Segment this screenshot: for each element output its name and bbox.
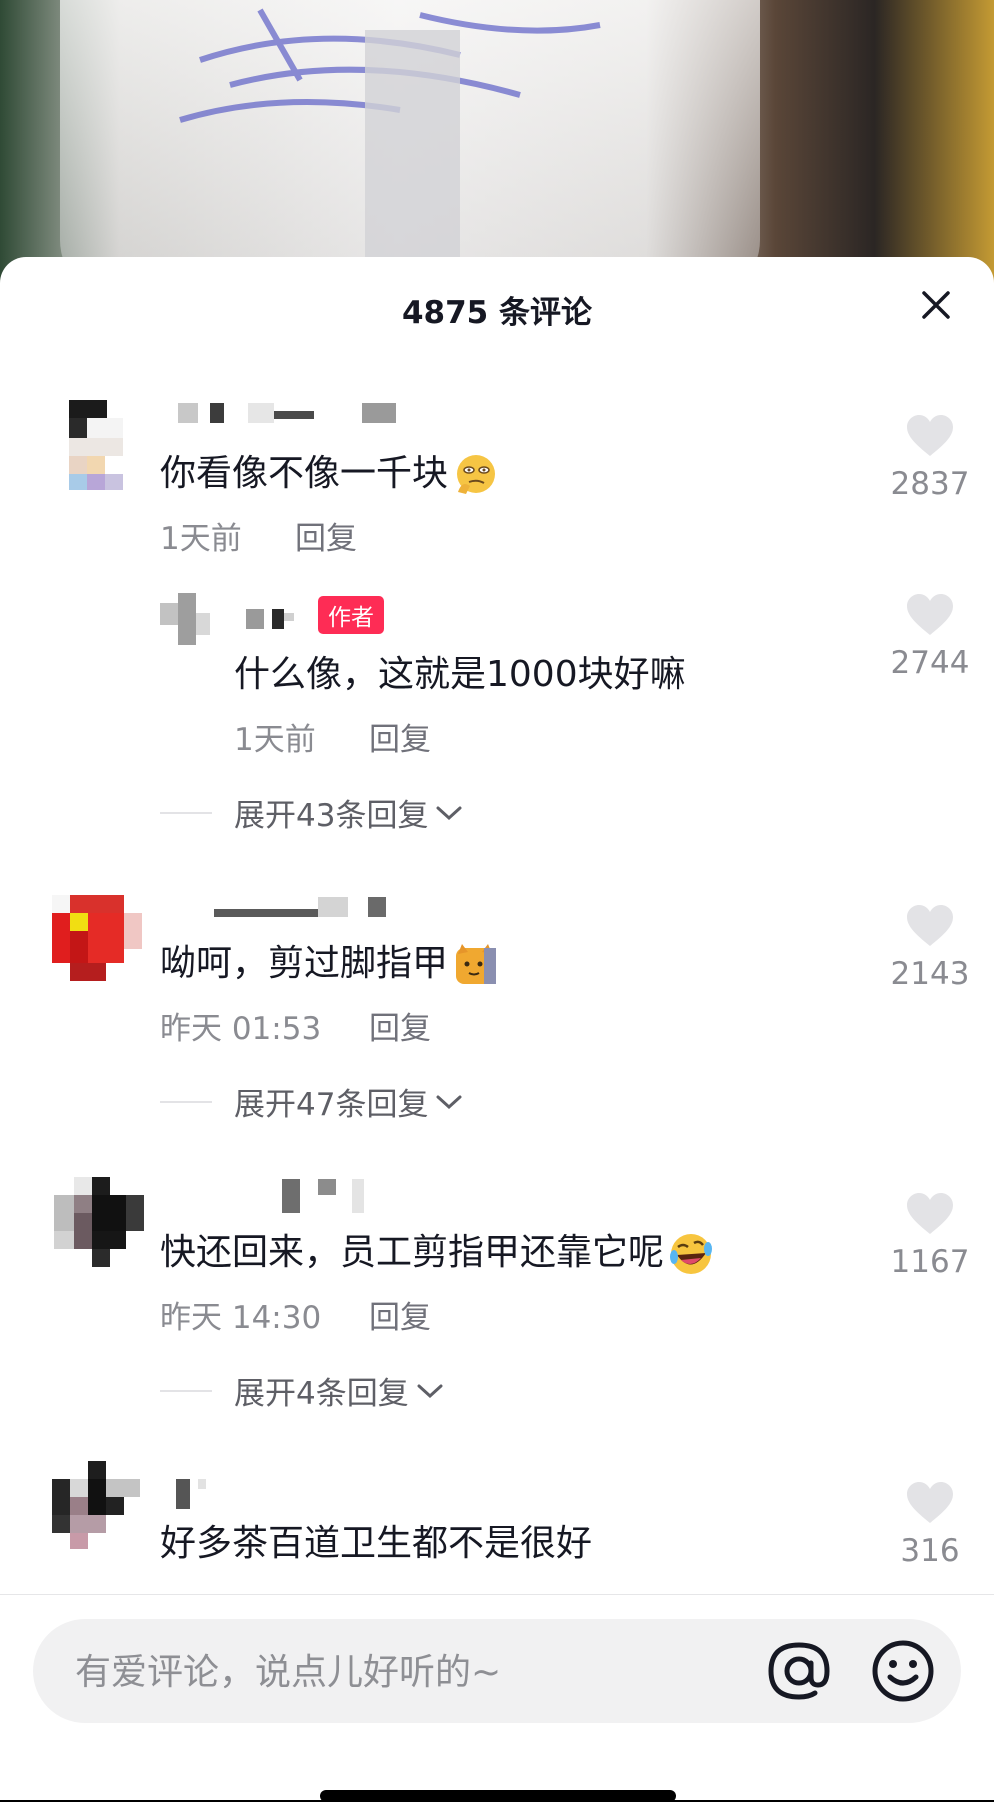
reply-time: 1天前 [234,722,316,758]
cat-face-emoji [456,944,497,984]
reply-text: 什么像，这就是1000块好嘛 [234,654,686,695]
username-blurred[interactable] [214,897,394,923]
comment-time: 昨天 14:30 [160,1300,322,1336]
like-button[interactable]: 2837 [885,414,975,502]
video-background [0,0,994,290]
comment-input-bar[interactable] [33,1619,961,1725]
avatar[interactable] [52,895,142,981]
like-count: 316 [900,1533,960,1569]
like-button[interactable]: 316 [885,1481,975,1569]
username-blurred[interactable] [282,1179,372,1213]
comment-sheet: 4875 条评论 你看像不像一千块 1天前 回复 2837 作者 什么像，这就是… [0,257,994,1800]
avatar[interactable] [52,1461,140,1549]
divider [0,1594,994,1595]
emoji-picker-icon[interactable] [869,1637,937,1705]
heart-icon[interactable] [905,1481,955,1525]
handwriting-scribble [179,8,601,123]
username-blurred[interactable] [176,1479,216,1509]
mention-at-icon[interactable] [765,1637,833,1705]
comment-input[interactable] [73,1619,757,1725]
reply-button[interactable]: 回复 [369,714,431,759]
chevron-down-icon [436,1095,462,1109]
expand-replies-label: 展开47条回复 [234,1087,429,1123]
rolling-on-floor-laughing-emoji [670,1234,713,1274]
heart-icon[interactable] [905,1192,955,1236]
like-count: 2837 [890,466,970,502]
like-count: 1167 [890,1244,970,1280]
like-button[interactable]: 2143 [885,904,975,992]
comment-text: 呦呵，剪过脚指甲 [160,934,498,988]
straw-image [365,30,460,290]
username-blurred[interactable] [246,609,306,635]
expand-replies-label: 展开4条回复 [234,1376,409,1412]
reply-button[interactable]: 回复 [295,513,357,558]
like-count: 2143 [890,956,970,992]
heart-icon[interactable] [905,414,955,458]
heart-icon[interactable] [905,904,955,948]
like-count: 2744 [890,645,970,681]
comment-time: 昨天 01:53 [160,1011,322,1047]
expand-replies-button[interactable]: 展开43条回复 [160,790,464,835]
comment-time: 1天前 [160,521,242,557]
chevron-down-icon [417,1384,443,1398]
author-badge: 作者 [318,596,384,634]
avatar[interactable] [160,593,212,645]
reply-button[interactable]: 回复 [369,1003,431,1048]
reply-button[interactable]: 回复 [369,1292,431,1337]
comment-text: 快还回来，员工剪指甲还靠它呢 [160,1223,714,1277]
avatar[interactable] [54,1177,144,1267]
chevron-down-icon [436,806,462,820]
expand-replies-button[interactable]: 展开47条回复 [160,1079,464,1124]
comment-text: 好多茶百道卫生都不是很好 [160,1523,593,1564]
heart-icon[interactable] [905,593,955,637]
home-indicator [320,1790,676,1802]
close-icon[interactable] [918,287,954,323]
like-button[interactable]: 2744 [885,593,975,681]
avatar[interactable] [54,400,126,490]
expand-replies-label: 展开43条回复 [234,798,429,834]
thinking-face-emoji [457,455,496,494]
comment-count-title: 4875 条评论 [401,295,593,331]
expand-replies-button[interactable]: 展开4条回复 [160,1368,445,1413]
username-blurred[interactable] [178,403,428,429]
comment-text: 你看像不像一千块 [160,444,498,498]
like-button[interactable]: 1167 [885,1192,975,1280]
